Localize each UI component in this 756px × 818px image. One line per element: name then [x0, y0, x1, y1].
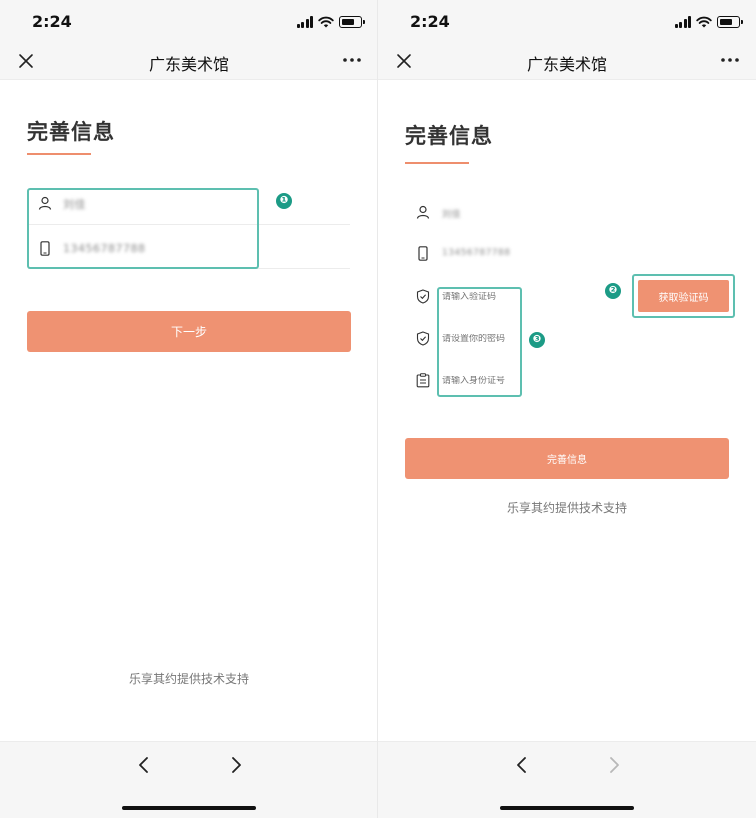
page-title: 完善信息 [405, 124, 493, 148]
footer-credit: 乐享其约提供技术支持 [128, 672, 249, 686]
footer-credit: 乐享其约提供技术支持 [506, 501, 627, 515]
status-bar: 2:24 [378, 0, 756, 44]
home-indicator[interactable] [500, 806, 634, 810]
step-badge-2: ❷ [605, 283, 621, 299]
nav-title: 广东美术馆 [526, 55, 607, 74]
wifi-icon [696, 16, 712, 28]
step-badge-3: ❸ [529, 332, 545, 348]
status-time: 2:24 [410, 12, 450, 31]
next-step-button[interactable]: 下一步 [27, 311, 351, 352]
back-arrow-icon[interactable] [134, 755, 154, 775]
battery-icon [717, 16, 743, 28]
nav-bar: 广东美术馆 [0, 44, 378, 80]
title-underline [27, 153, 91, 155]
more-icon[interactable] [342, 54, 362, 66]
status-icons [674, 15, 743, 29]
browser-bottom-bar [0, 741, 378, 818]
phone-field[interactable]: 13456787788 [442, 248, 511, 258]
status-bar: 2:24 [0, 0, 378, 44]
right-phone-screen: 2:24 广东美术馆 完善信息 刘佳 13456787788 请输入验证码 请设… [378, 0, 756, 818]
shield-icon [416, 289, 430, 304]
forward-arrow-icon[interactable] [226, 755, 246, 775]
forward-arrow-icon[interactable] [604, 755, 624, 775]
highlight-box [27, 188, 259, 269]
nav-bar: 广东美术馆 [378, 44, 756, 80]
home-indicator[interactable] [122, 806, 256, 810]
back-arrow-icon[interactable] [512, 755, 532, 775]
title-underline [405, 162, 469, 164]
status-time: 2:24 [32, 12, 72, 31]
nav-title: 广东美术馆 [148, 55, 229, 74]
signal-icon [674, 16, 691, 28]
complete-info-button[interactable]: 完善信息 [405, 438, 729, 479]
id-card-icon [416, 373, 430, 388]
status-icons [296, 15, 365, 29]
more-icon[interactable] [720, 54, 740, 66]
battery-icon [339, 16, 365, 28]
highlight-box [437, 287, 522, 397]
phone-icon [418, 246, 428, 261]
user-icon [416, 205, 430, 219]
browser-bottom-bar [378, 741, 756, 818]
shield-icon [416, 331, 430, 346]
step-badge-1: ❶ [276, 193, 292, 209]
get-verification-code-button[interactable]: 获取验证码 [638, 280, 729, 312]
page-title: 完善信息 [27, 120, 115, 144]
signal-icon [296, 16, 313, 28]
left-phone-screen: 2:24 广东美术馆 完善信息 刘佳 13456787788 ❶ 下一步 乐享其… [0, 0, 378, 818]
wifi-icon [318, 16, 334, 28]
name-field[interactable]: 刘佳 [442, 207, 461, 220]
